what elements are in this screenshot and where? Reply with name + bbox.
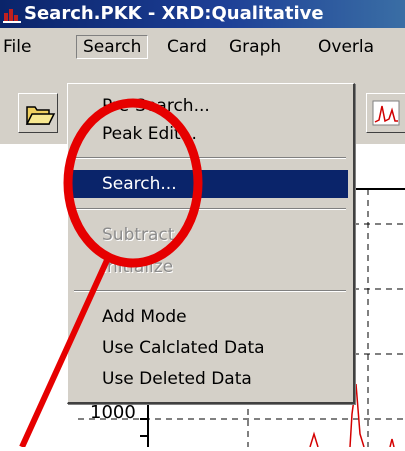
search-menu-dropdown: Pre-Search... Peak Edit... Search... Sub… bbox=[67, 83, 355, 404]
menu-item-subtract: Subtract bbox=[72, 221, 348, 249]
menu-item-label: Add Mode bbox=[102, 307, 187, 327]
menu-item-label: Use Deleted Data bbox=[102, 369, 252, 389]
menu-item-add-mode[interactable]: Add Mode bbox=[72, 303, 348, 331]
menu-overlay[interactable]: Overla bbox=[318, 36, 374, 58]
menu-item-use-deleted-data[interactable]: Use Deleted Data bbox=[72, 365, 348, 393]
menu-file[interactable]: File bbox=[3, 36, 31, 58]
menu-item-initialize: Initialize bbox=[72, 253, 348, 281]
open-folder-icon bbox=[25, 106, 56, 125]
menu-card[interactable]: Card bbox=[167, 36, 207, 58]
menu-bar: File Search Card Graph Overla bbox=[0, 28, 405, 65]
window-title: Search.PKK - XRD:Qualitative bbox=[24, 3, 324, 24]
menu-item-label: Pre-Search... bbox=[102, 96, 210, 116]
menu-item-label: Use Calclated Data bbox=[102, 338, 265, 358]
menu-graph[interactable]: Graph bbox=[229, 36, 281, 58]
menu-item-search[interactable]: Search... bbox=[72, 170, 348, 198]
menu-item-use-calculated-data[interactable]: Use Calclated Data bbox=[72, 334, 348, 362]
menu-item-pre-search[interactable]: Pre-Search... bbox=[72, 92, 348, 120]
menu-separator bbox=[74, 290, 346, 292]
graph-view-button[interactable] bbox=[366, 93, 405, 133]
menu-separator bbox=[74, 208, 346, 210]
title-bar: Search.PKK - XRD:Qualitative bbox=[0, 0, 405, 28]
spectrum-icon bbox=[372, 100, 400, 126]
y-tick-label: 1000 bbox=[90, 402, 136, 423]
menu-separator bbox=[74, 157, 346, 159]
open-folder-button[interactable] bbox=[18, 93, 58, 133]
menu-item-label: Initialize bbox=[102, 257, 174, 277]
menu-item-label: Peak Edit... bbox=[102, 124, 197, 144]
menu-search[interactable]: Search bbox=[76, 35, 149, 59]
app-icon bbox=[3, 9, 21, 23]
menu-item-label: Subtract bbox=[102, 225, 175, 245]
menu-item-peak-edit[interactable]: Peak Edit... bbox=[72, 120, 348, 148]
menu-item-label: Search... bbox=[102, 174, 177, 194]
